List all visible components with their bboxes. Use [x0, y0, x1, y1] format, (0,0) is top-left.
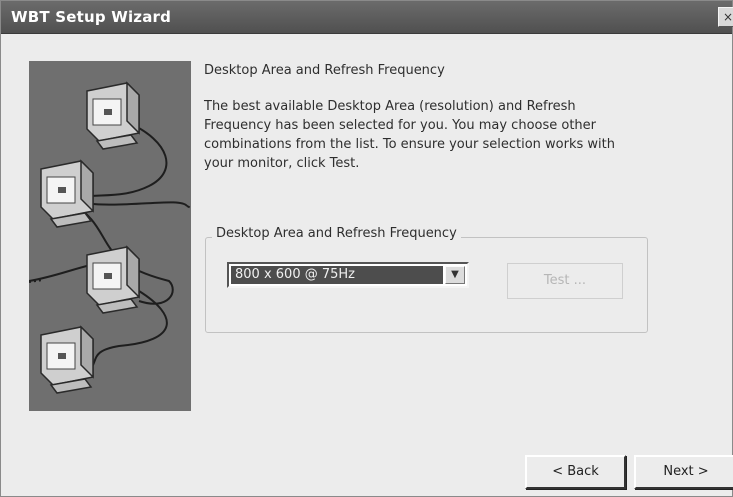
groupbox-label: Desktop Area and Refresh Frequency: [212, 226, 461, 241]
setup-wizard-window: WBT Setup Wizard × Desktop Area and Refr…: [0, 0, 733, 497]
test-button[interactable]: Test ...: [507, 263, 623, 299]
page-heading: Desktop Area and Refresh Frequency: [204, 63, 445, 78]
chevron-down-icon[interactable]: ▼: [445, 266, 465, 284]
window-title: WBT Setup Wizard: [11, 8, 172, 26]
close-button[interactable]: ×: [718, 7, 733, 27]
back-button[interactable]: < Back: [525, 455, 626, 489]
resolution-select[interactable]: 800 x 600 @ 75Hz ▼: [227, 262, 469, 288]
title-bar[interactable]: WBT Setup Wizard ×: [1, 1, 733, 34]
next-button[interactable]: Next >: [634, 455, 733, 489]
page-description: The best available Desktop Area (resolut…: [204, 99, 615, 171]
resolution-select-value: 800 x 600 @ 75Hz: [231, 266, 443, 284]
monitors-network-illustration: [29, 61, 191, 411]
